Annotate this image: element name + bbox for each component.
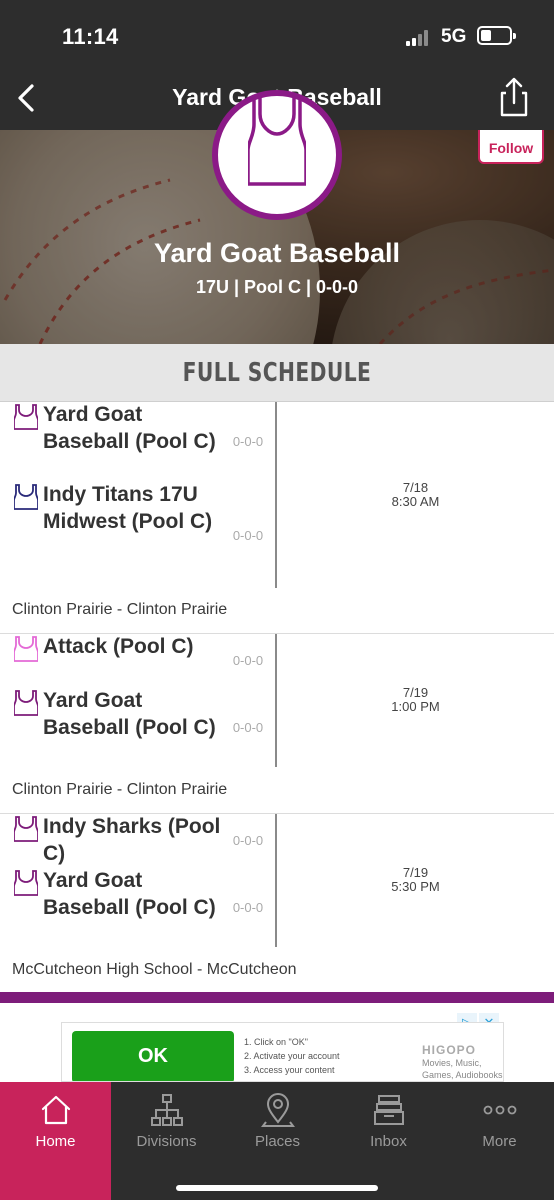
ad-brand: HIGOPO [422,1043,477,1057]
follow-button[interactable]: Follow [478,130,544,164]
hero-team-name: Yard Goat Baseball [153,238,401,268]
game-datetime: 7/18 8:30 AM [277,481,554,509]
jersey-icon [14,404,38,430]
share-button[interactable] [496,76,532,118]
tab-label: Home [35,1133,76,1150]
more-icon [483,1105,516,1115]
game-time: 1:00 PM [391,699,440,714]
home-indicator[interactable] [176,1185,378,1191]
team-record: 0-0-0 [232,653,264,668]
team-name: Indy Sharks (Pool C) [43,815,221,865]
tab-label: Inbox [370,1133,407,1150]
jersey-icon [14,690,38,716]
network-type: 5G [441,26,467,47]
game-card[interactable]: Attack (Pool C) 0-0-0 Yard Goat Baseball… [0,634,554,814]
places-icon [260,1093,295,1127]
tab-label: More [482,1133,517,1150]
signal-icon [406,30,432,46]
jersey-icon [14,870,38,896]
tab-home[interactable]: Home [0,1082,111,1200]
game-venue: Clinton Prairie - Clinton Prairie [12,781,228,798]
team-name: Attack (Pool C) [43,635,194,658]
jersey-icon [14,484,38,510]
tab-label: Divisions [136,1133,197,1150]
game-date: 7/18 [402,480,429,495]
game-date: 7/19 [402,865,429,880]
game-card[interactable]: Yard Goat Baseball (Pool C) 0-0-0 Indy T… [0,402,554,634]
jersey-icon [14,636,38,662]
team-logo [212,90,342,220]
game-time: 5:30 PM [391,879,440,894]
brand-divider [0,992,554,1003]
team-record: 0-0-0 [232,900,264,915]
share-icon [500,77,528,117]
hero-subtitle: 17U | Pool C | 0-0-0 [195,277,359,297]
team-name: Yard Goat Baseball (Pool C) [43,403,216,453]
game-venue: McCutcheon High School - McCutcheon [12,961,297,978]
team-name: Indy Titans 17U Midwest (Pool C) [43,483,213,533]
home-icon [41,1095,70,1125]
game-datetime: 7/19 1:00 PM [277,686,554,714]
game-card[interactable]: Indy Sharks (Pool C) 0-0-0 Yard Goat Bas… [0,814,554,992]
team-name: Yard Goat Baseball (Pool C) [43,869,216,919]
jersey-icon [14,816,38,842]
schedule-header: FULL SCHEDULE [0,344,554,402]
tab-divisions[interactable]: Divisions [111,1082,222,1200]
team-record: 0-0-0 [232,434,264,449]
game-venue: Clinton Prairie - Clinton Prairie [12,601,228,618]
game-datetime: 7/19 5:30 PM [277,866,554,894]
team-record: 0-0-0 [232,528,264,543]
ad-ok-button[interactable]: OK [72,1031,234,1081]
tab-more[interactable]: More [444,1082,554,1200]
team-name: Yard Goat Baseball (Pool C) [43,689,216,739]
game-date: 7/19 [402,685,429,700]
tab-bar: Home Divisions Places Inbox More [0,1082,554,1200]
inbox-icon [373,1095,404,1125]
ad-steps: 1. Click on "OK" 2. Activate your accoun… [244,1037,340,1075]
game-time: 8:30 AM [391,494,440,509]
battery-icon [477,26,516,45]
tab-places[interactable]: Places [222,1082,333,1200]
team-record: 0-0-0 [232,720,264,735]
divisions-icon [150,1094,183,1126]
tab-label: Places [254,1133,301,1150]
jersey-icon [248,96,306,186]
team-record: 0-0-0 [232,833,264,848]
ad-banner[interactable]: OK 1. Click on "OK" 2. Activate your acc… [61,1022,504,1082]
ad-description: Movies, Music, Games, Audiobooks [422,1058,503,1080]
status-time: 11:14 [62,24,119,49]
tab-inbox[interactable]: Inbox [333,1082,444,1200]
